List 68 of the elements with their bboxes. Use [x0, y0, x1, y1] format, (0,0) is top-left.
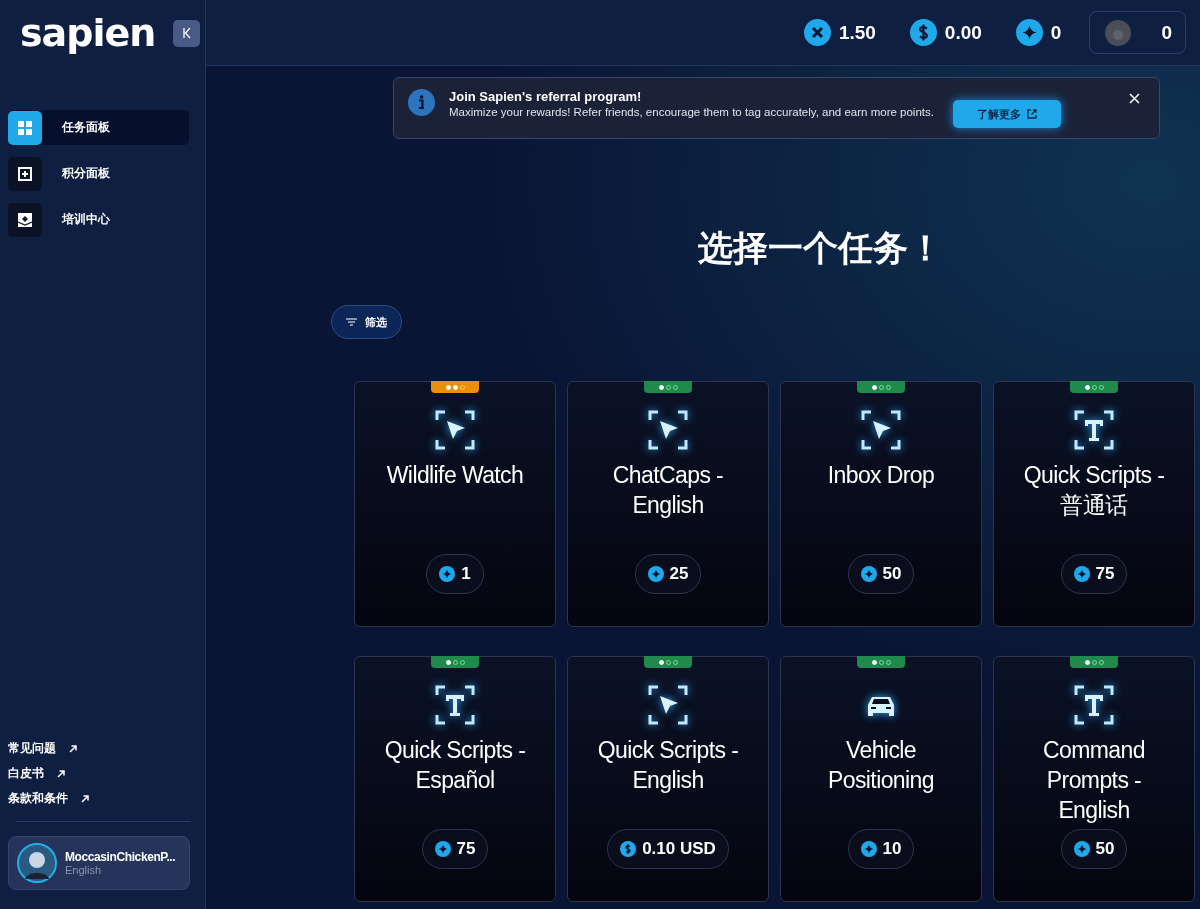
dollar-icon — [909, 19, 937, 46]
task-card[interactable]: ChatCaps - English 25 — [567, 381, 769, 627]
task-card[interactable]: Inbox Drop 50 — [780, 381, 982, 627]
task-title: Quick Scripts - 普通话 — [1022, 461, 1166, 520]
task-card[interactable]: Vehicle Positioning 10 — [780, 656, 982, 902]
plus-square-icon — [18, 166, 32, 181]
task-title: Quick Scripts - English — [596, 736, 740, 795]
sidebar-item[interactable]: 积分面板 — [8, 156, 189, 191]
avatar-icon — [17, 843, 57, 883]
cursor-select-icon — [861, 410, 901, 450]
sidebar-item[interactable]: 培训中心 — [8, 202, 189, 237]
task-card[interactable]: Quick Scripts - 普通话 75 — [993, 381, 1195, 627]
stat-value: 1.50 — [838, 21, 876, 44]
footer-link[interactable]: 常见问题 — [8, 740, 56, 757]
info-icon — [408, 89, 435, 116]
reward-pill: 10 — [847, 829, 915, 869]
profile-points-button[interactable]: 0 — [1089, 11, 1186, 54]
collapse-icon — [181, 27, 192, 39]
user-language: English — [65, 864, 103, 876]
learn-more-button[interactable]: 了解更多 — [953, 100, 1061, 128]
cursor-select-icon — [435, 410, 475, 450]
reward-pill: 1 — [426, 554, 484, 594]
reward-pill: 75 — [421, 829, 489, 869]
reward-pill: 50 — [847, 554, 915, 594]
user-name: MoccasinChickenP... — [65, 850, 176, 864]
reward-pill: 75 — [1060, 554, 1128, 594]
task-title: ChatCaps - English — [611, 461, 725, 520]
logo-wordmark: sapien — [20, 11, 156, 55]
text-select-icon — [1074, 410, 1114, 450]
task-card[interactable]: Wildlife Watch 1 — [354, 381, 556, 627]
dollar-icon — [620, 841, 637, 857]
user-card[interactable]: MoccasinChickenP... English — [8, 836, 190, 890]
filter-icon — [346, 318, 357, 326]
multiplier-icon — [803, 19, 831, 46]
sidebar-item[interactable]: 任务面板 — [8, 110, 189, 145]
task-card[interactable]: Quick Scripts - Español 75 — [354, 656, 556, 902]
task-title: Inbox Drop — [826, 461, 936, 490]
stat-value: 0 — [1161, 21, 1172, 44]
grid-icon — [18, 120, 32, 135]
collapse-sidebar-button[interactable] — [173, 19, 201, 47]
cursor-select-icon — [648, 685, 688, 725]
footer-link[interactable]: 条款和条件 — [8, 790, 68, 807]
banner-text: Maximize your rewards! Refer friends, encourage them to tag accurately, and earn more points. — [449, 105, 935, 120]
filter-button[interactable]: 筛选 — [331, 305, 402, 339]
stat-value: 0.00 — [944, 21, 982, 44]
task-title: Quick Scripts - Español — [383, 736, 527, 795]
arrow-up-right-icon — [69, 744, 77, 753]
reward-pill: 0.10 USD — [607, 829, 729, 869]
task-title: Wildlife Watch — [385, 461, 525, 490]
text-select-icon — [435, 685, 475, 725]
page-heading: 选择一个任务！ — [697, 227, 944, 270]
external-link-icon — [1027, 109, 1037, 119]
reward-pill: 25 — [634, 554, 702, 594]
task-title: Command Prompts - English — [1042, 736, 1146, 825]
stat-value: 0 — [1050, 21, 1062, 44]
arrow-up-right-icon — [81, 794, 89, 803]
cursor-select-icon — [648, 410, 688, 450]
close-icon[interactable] — [1129, 93, 1140, 104]
banner-title: Join Sapien's referral program! — [449, 89, 643, 104]
certificate-icon — [18, 212, 32, 227]
text-select-icon — [1074, 685, 1114, 725]
avatar-icon — [1105, 19, 1132, 46]
footer-link[interactable]: 白皮书 — [8, 765, 44, 782]
task-title: Vehicle Positioning — [827, 736, 935, 795]
task-card[interactable]: Quick Scripts - English 0.10 USD — [567, 656, 769, 902]
task-card[interactable]: Command Prompts - English 50 — [993, 656, 1195, 902]
reward-pill: 50 — [1060, 829, 1128, 869]
arrow-up-right-icon — [57, 769, 65, 778]
